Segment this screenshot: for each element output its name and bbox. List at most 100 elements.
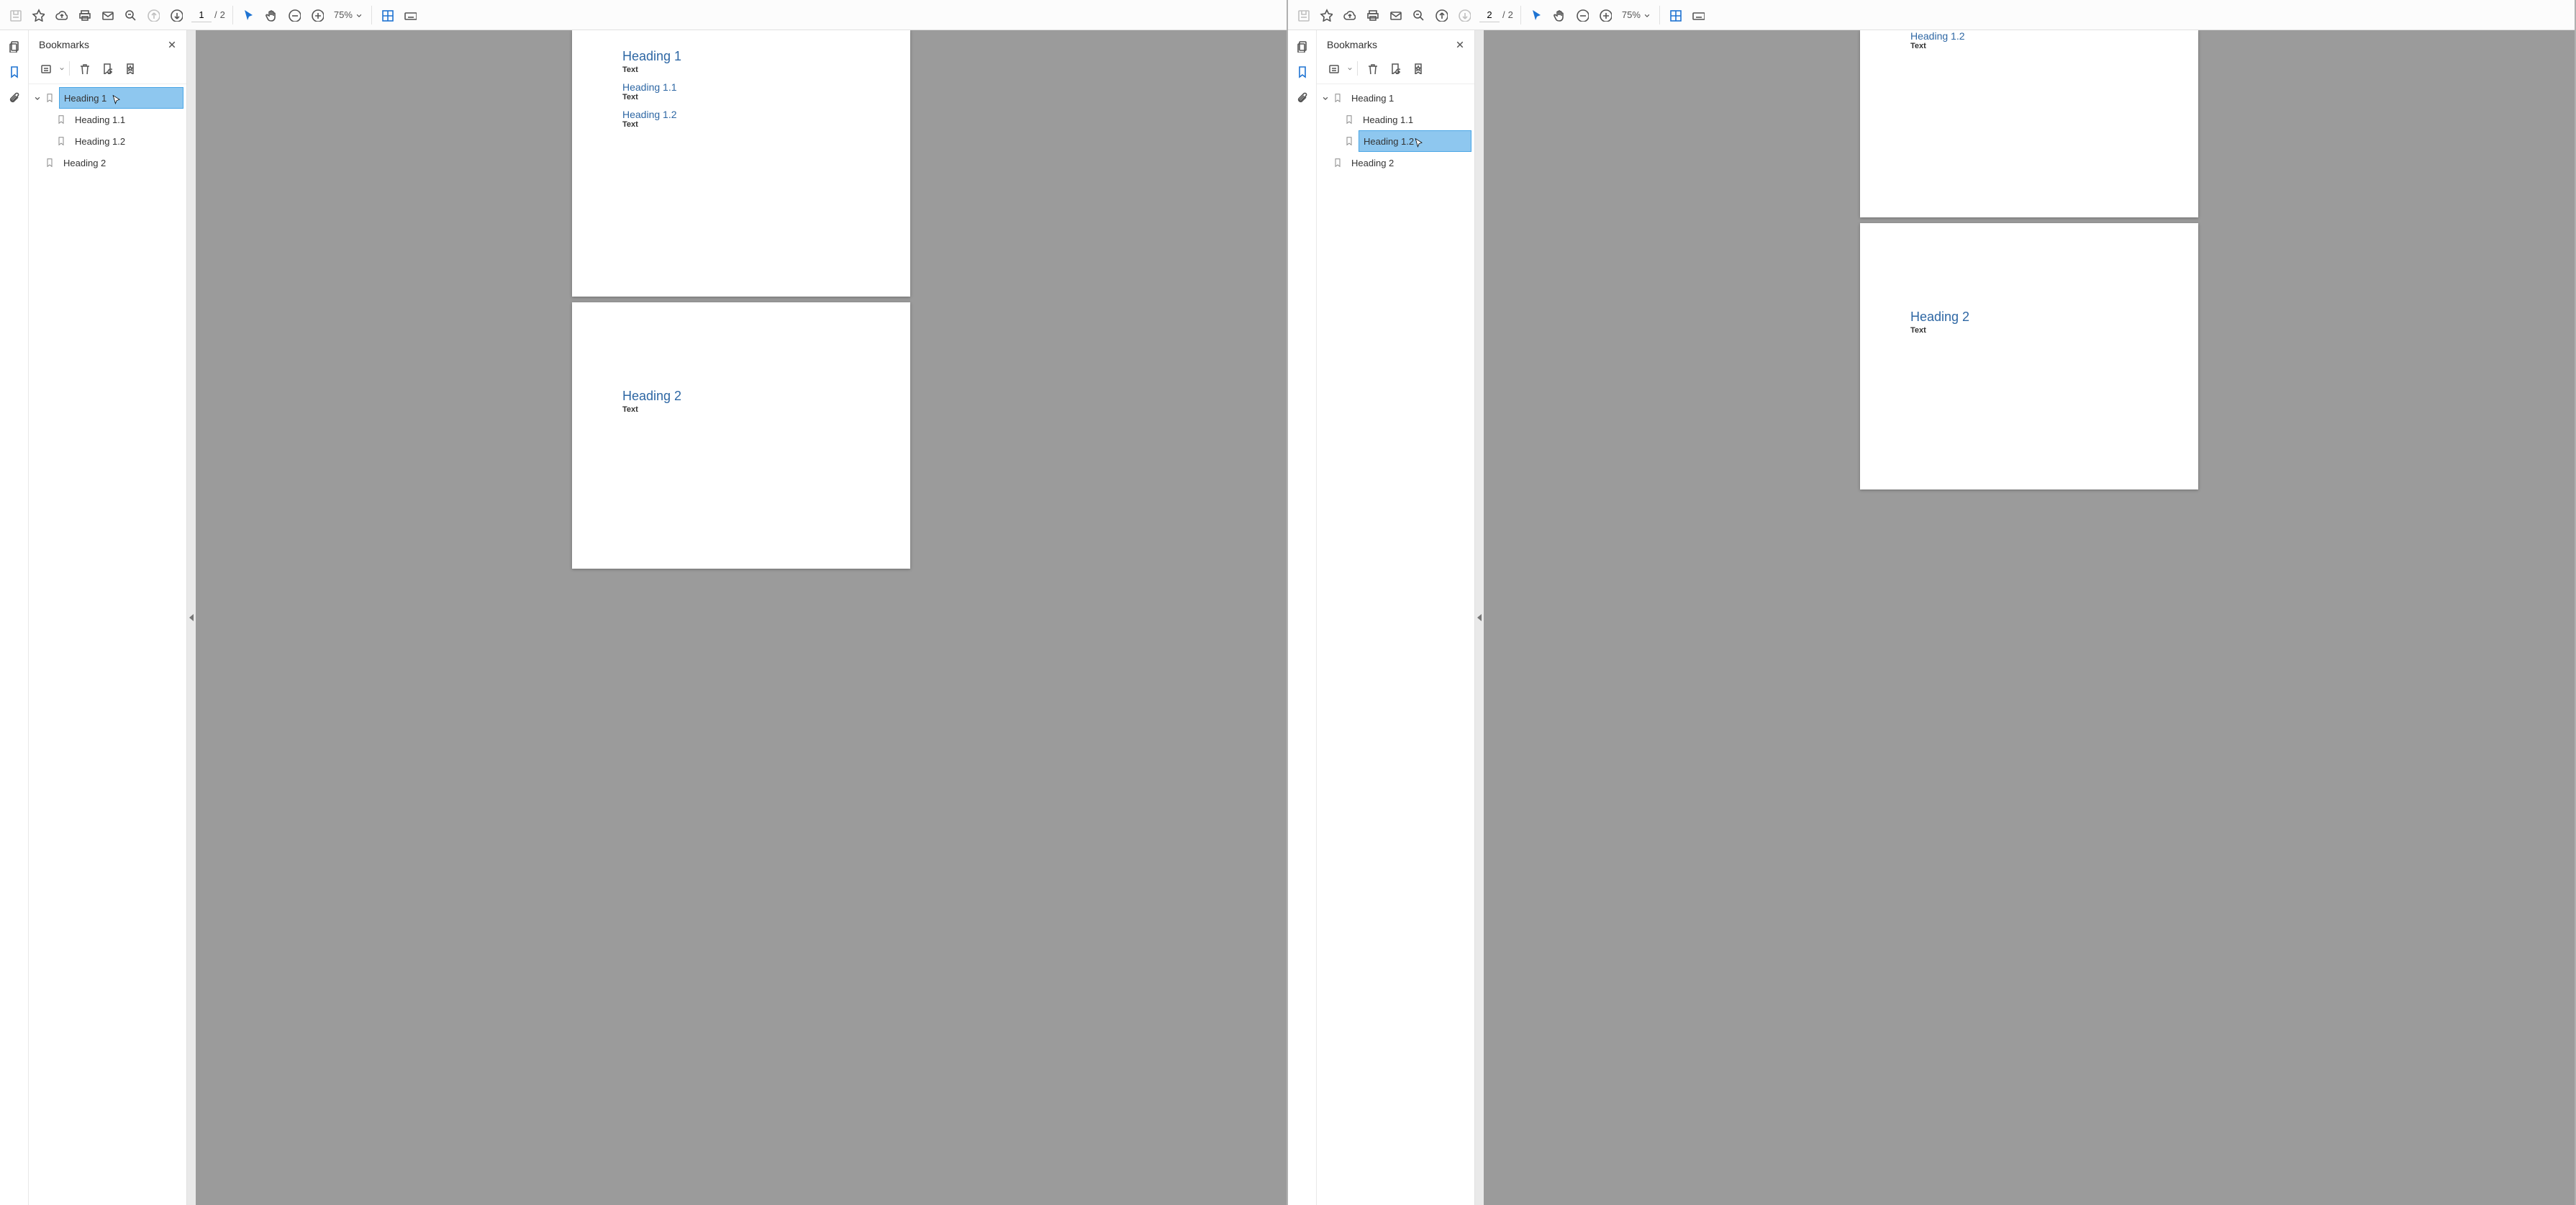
prev-page-button[interactable]	[142, 4, 164, 26]
print-button[interactable]	[73, 4, 95, 26]
pane-body: Bookmarks Heading 1	[1288, 30, 2575, 1205]
bookmark-tree: Heading 1 Heading 1.1 Heading 1.2	[1317, 84, 1474, 1205]
heading-2: Heading 2	[622, 389, 860, 404]
toolbar-separator	[1659, 6, 1660, 24]
page-indicator: / 2	[191, 8, 225, 22]
email-button[interactable]	[1384, 4, 1406, 26]
zoom-value: 75%	[1622, 9, 1641, 20]
toolbar: / 2 75%	[1288, 0, 2575, 30]
panel-header: Bookmarks	[29, 30, 186, 56]
separator	[1357, 61, 1358, 76]
hand-tool-button[interactable]	[260, 4, 282, 26]
panel-collapse-handle[interactable]	[187, 30, 196, 1205]
page-total: 2	[220, 9, 225, 20]
bookmark-icon	[1331, 93, 1344, 103]
heading-1: Heading 1	[622, 49, 860, 64]
bookmark-item-heading-1[interactable]: Heading 1	[32, 87, 186, 109]
options-dropdown[interactable]	[1324, 59, 1343, 78]
close-panel-button[interactable]	[165, 37, 179, 52]
delete-bookmark-button[interactable]	[74, 59, 93, 78]
bookmarks-tab[interactable]	[1292, 62, 1312, 82]
search-button[interactable]	[119, 4, 141, 26]
bookmark-label: Heading 1	[59, 87, 183, 109]
bookmark-tree: Heading 1 Heading 1.1 Heading 1.2	[29, 84, 186, 1205]
panel-title: Bookmarks	[1327, 39, 1377, 50]
keyboard-button[interactable]	[1687, 4, 1709, 26]
prev-page-button[interactable]	[1430, 4, 1452, 26]
save-button[interactable]	[1292, 4, 1314, 26]
bookmark-item-heading-1-1[interactable]: Heading 1.1	[1320, 109, 1474, 130]
page-1: Heading 1 Text Heading 1.1 Text Heading …	[572, 30, 910, 297]
fit-dropdown[interactable]	[1664, 4, 1686, 26]
thumbnails-tab[interactable]	[1292, 36, 1312, 56]
page-input[interactable]	[1479, 8, 1500, 22]
search-button[interactable]	[1407, 4, 1429, 26]
page-input[interactable]	[191, 8, 212, 22]
zoom-in-button[interactable]	[307, 4, 328, 26]
zoom-dropdown[interactable]: 75%	[330, 9, 367, 20]
next-page-button[interactable]	[1453, 4, 1475, 26]
fit-dropdown[interactable]	[376, 4, 398, 26]
bookmark-label: Heading 1.1	[1359, 109, 1471, 130]
zoom-in-button[interactable]	[1595, 4, 1616, 26]
document-viewport[interactable]: Heading 1.2 Text Heading 2 Text	[1484, 30, 2575, 1205]
nav-rail	[1288, 30, 1317, 1205]
panel-toolbar	[1317, 56, 1474, 84]
toolbar-separator	[1520, 6, 1521, 24]
page-2: Heading 2 Text	[572, 302, 910, 569]
bookmark-item-heading-2[interactable]: Heading 2	[1320, 152, 1474, 173]
bookmark-icon	[1343, 114, 1356, 125]
panel-title: Bookmarks	[39, 39, 89, 50]
zoom-dropdown[interactable]: 75%	[1618, 9, 1655, 20]
cloud-upload-button[interactable]	[50, 4, 72, 26]
attachments-tab[interactable]	[1292, 88, 1312, 108]
pointer-tool-button[interactable]	[237, 4, 259, 26]
bookmark-icon	[43, 158, 56, 168]
bookmark-icon	[43, 93, 56, 103]
print-button[interactable]	[1361, 4, 1383, 26]
bookmark-item-heading-1-2[interactable]: Heading 1.2	[1320, 130, 1474, 152]
bookmark-item-heading-1[interactable]: Heading 1	[1320, 87, 1474, 109]
star-bookmark-button[interactable]	[1408, 59, 1427, 78]
cloud-upload-button[interactable]	[1338, 4, 1360, 26]
bookmark-icon	[55, 136, 68, 146]
document-viewport[interactable]: Heading 1 Text Heading 1.1 Text Heading …	[196, 30, 1287, 1205]
pane-body: Bookmarks Heading 1	[0, 30, 1287, 1205]
favorite-button[interactable]	[1315, 4, 1337, 26]
panel-collapse-handle[interactable]	[1475, 30, 1484, 1205]
keyboard-button[interactable]	[399, 4, 421, 26]
bookmark-icon	[1331, 158, 1344, 168]
pointer-tool-button[interactable]	[1525, 4, 1547, 26]
bookmark-item-heading-2[interactable]: Heading 2	[32, 152, 186, 173]
body-text: Text	[622, 120, 860, 129]
email-button[interactable]	[96, 4, 118, 26]
bookmark-label: Heading 1.2	[71, 130, 183, 152]
zoom-out-button[interactable]	[1572, 4, 1593, 26]
next-page-button[interactable]	[165, 4, 187, 26]
close-panel-button[interactable]	[1453, 37, 1467, 52]
expand-icon[interactable]	[1320, 94, 1331, 101]
zoom-out-button[interactable]	[284, 4, 305, 26]
star-bookmark-button[interactable]	[120, 59, 139, 78]
page-2: Heading 2 Text	[1860, 223, 2198, 489]
bookmark-label: Heading 1.1	[71, 109, 183, 130]
nav-rail	[0, 30, 29, 1205]
separator	[69, 61, 70, 76]
thumbnails-tab[interactable]	[4, 36, 24, 56]
save-button[interactable]	[4, 4, 26, 26]
attachments-tab[interactable]	[4, 88, 24, 108]
hand-tool-button[interactable]	[1548, 4, 1570, 26]
bookmark-label: Heading 2	[59, 152, 183, 173]
expand-icon[interactable]	[32, 94, 43, 101]
bookmarks-tab[interactable]	[4, 62, 24, 82]
options-dropdown[interactable]	[36, 59, 55, 78]
heading-1-1: Heading 1.1	[622, 81, 860, 93]
bookmark-item-heading-1-2[interactable]: Heading 1.2	[32, 130, 186, 152]
favorite-button[interactable]	[27, 4, 49, 26]
add-bookmark-button[interactable]	[1385, 59, 1404, 78]
delete-bookmark-button[interactable]	[1362, 59, 1381, 78]
bookmark-item-heading-1-1[interactable]: Heading 1.1	[32, 109, 186, 130]
bookmark-label: Heading 2	[1347, 152, 1471, 173]
heading-1-2: Heading 1.2	[1910, 30, 2148, 42]
add-bookmark-button[interactable]	[97, 59, 116, 78]
